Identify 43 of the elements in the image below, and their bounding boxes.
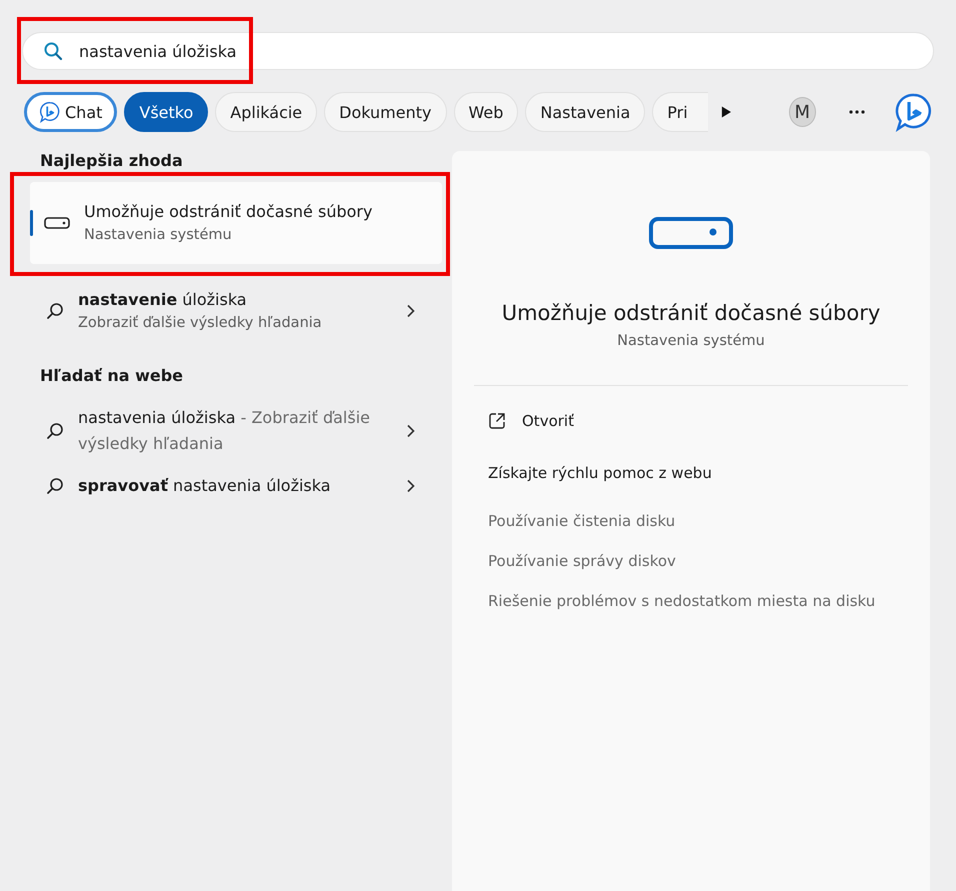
section-heading: Hľadať na webe [40, 366, 184, 385]
filter-tab[interactable]: Web [454, 92, 518, 132]
search-icon [43, 41, 63, 61]
chat-button[interactable] [894, 92, 934, 132]
chevron-right-icon [406, 424, 416, 438]
chat-bubble-icon [894, 92, 934, 132]
search-icon [46, 422, 64, 440]
help-link[interactable]: Používanie čistenia disku [488, 512, 676, 530]
filter-tab[interactable]: Všetko [124, 92, 208, 132]
open-link[interactable]: Otvoriť [522, 412, 574, 430]
result-subtitle: Zobraziť ďalšie výsledky hľadania [78, 314, 323, 333]
search-field[interactable]: nastavenia úložiska [22, 32, 934, 70]
filter-tab[interactable]: Nastavenia [525, 92, 646, 132]
help-link[interactable]: Používanie správy diskov [488, 552, 676, 570]
result-subtitle: Nastavenia systému [84, 226, 233, 245]
filter-tab[interactable]: Dokumenty [324, 92, 446, 132]
detail-subtitle: Nastavenia systému [617, 333, 765, 349]
more-icon [849, 110, 865, 114]
filter-tab[interactable]: Chat [24, 92, 118, 132]
result-title: nastavenia úložiska - Zobraziť ďalšie výsledky hľadania [78, 407, 371, 455]
account-avatar[interactable]: M [788, 97, 816, 127]
filter-tab[interactable]: Pri [652, 92, 708, 132]
external-link-icon [488, 412, 506, 430]
chat-bubble-icon [39, 101, 61, 123]
chevron-right-icon [406, 479, 416, 493]
chevron-right-icon [406, 304, 416, 318]
play-icon[interactable] [720, 105, 732, 119]
filter-tab[interactable]: Aplikácie [215, 92, 318, 132]
result-title: spravovať nastavenia úložiska [78, 475, 332, 497]
section-heading: Najlepšia zhoda [40, 151, 184, 170]
search-icon [46, 302, 64, 320]
help-heading: Získajte rýchlu pomoc z webu [487, 464, 713, 482]
best-match-item[interactable]: Umožňuje odstrániť dočasné súbory Nastavenia systému [30, 182, 442, 264]
help-link[interactable]: Riešenie problémov s nedostatkom miesta na disku [488, 592, 876, 610]
search-icon [46, 477, 64, 495]
drive-icon [44, 217, 70, 229]
web-result[interactable]: nastavenia úložiska - Zobraziť ďalšie výsledky hľadania [10, 397, 452, 465]
search-suggestion[interactable]: nastavenie úložiska Zobraziť ďalšie výsledky hľadania [10, 276, 452, 346]
detail-title: Umožňuje odstrániť dočasné súbory [502, 301, 880, 325]
result-title: nastavenie úložiska [78, 289, 248, 311]
web-result[interactable]: spravovať nastavenia úložiska [10, 465, 452, 507]
drive-icon [649, 217, 733, 249]
result-title: Umožňuje odstrániť dočasné súbory [84, 201, 374, 223]
